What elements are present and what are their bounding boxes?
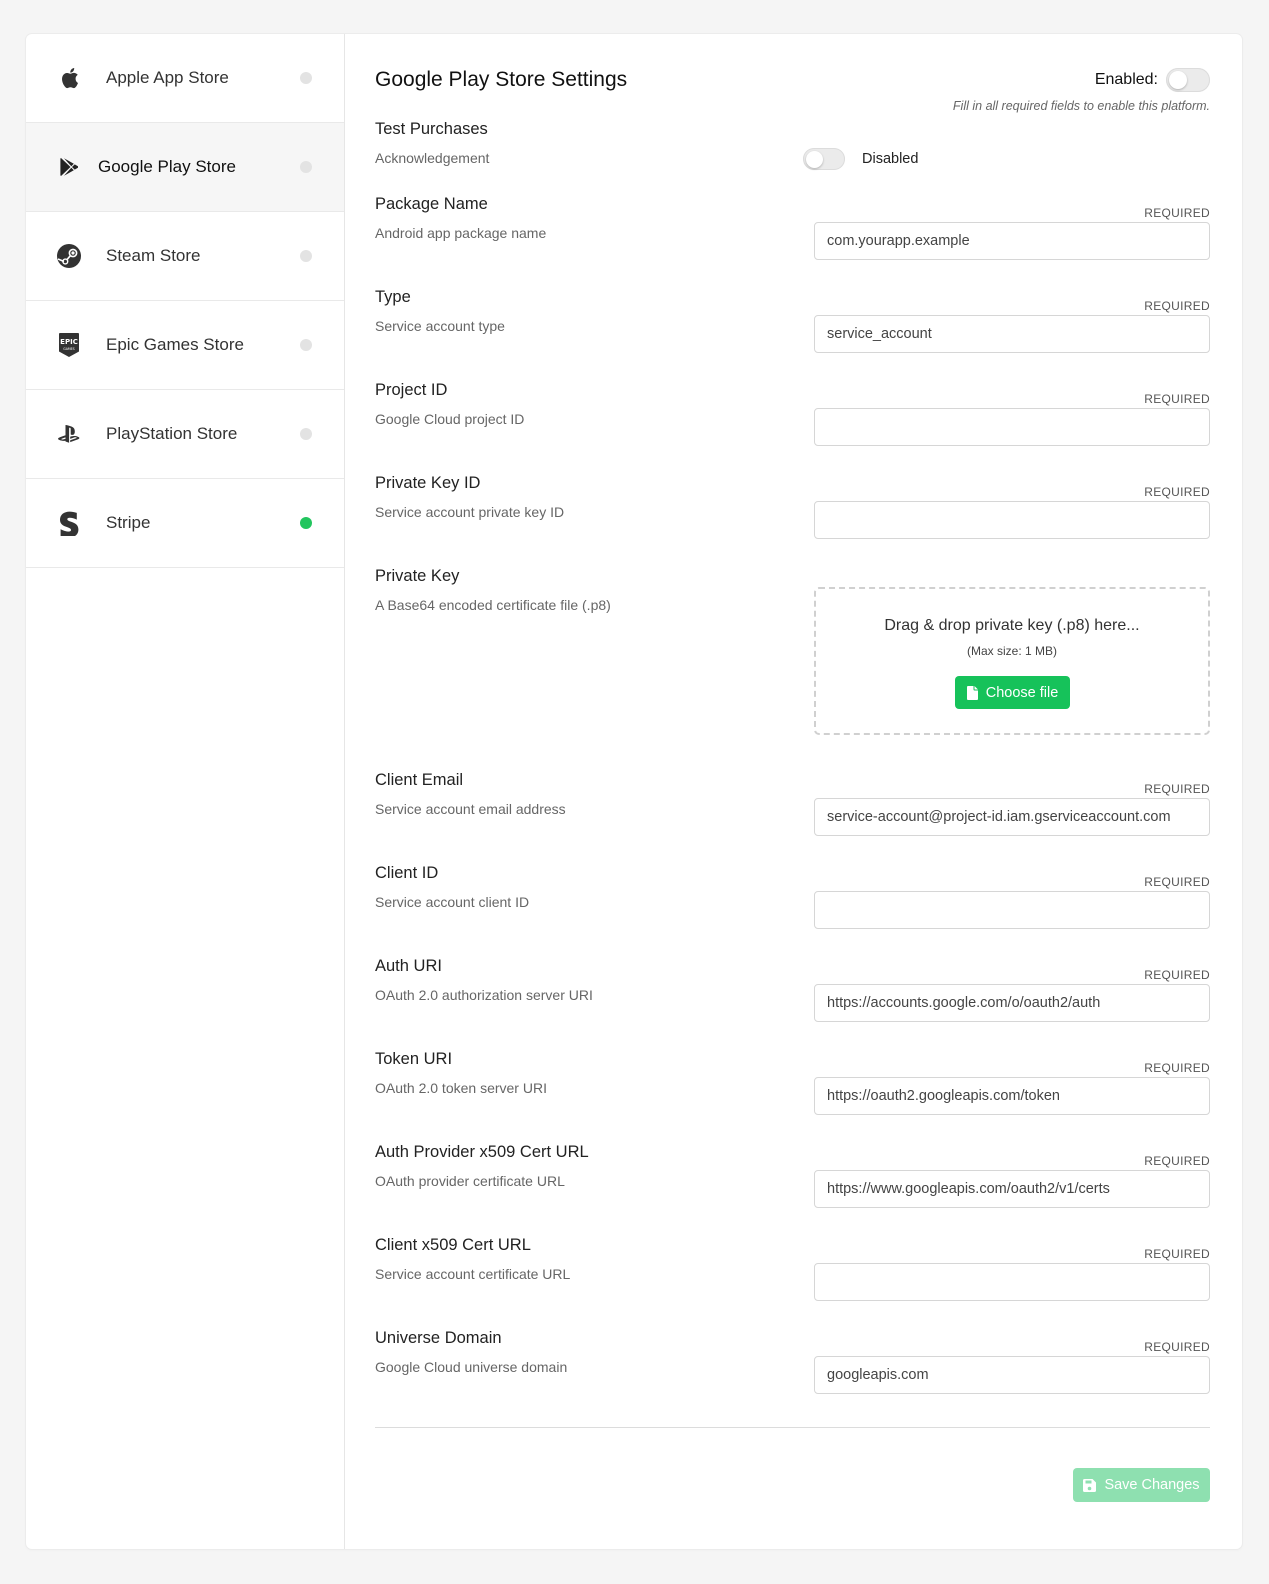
status-dot xyxy=(300,250,312,262)
sidebar-item-google-play-store[interactable]: Google Play Store xyxy=(26,123,344,212)
test-purchases-status: Disabled xyxy=(862,151,919,167)
playstation-icon xyxy=(56,421,82,447)
required-label: REQUIRED xyxy=(1144,1340,1210,1354)
save-icon xyxy=(1083,1478,1104,1492)
sidebar-item-apple-app-store[interactable]: Apple App Store xyxy=(26,34,344,123)
sidebar-item-epic-games-store[interactable]: EPIC GAMES Epic Games Store xyxy=(26,301,344,390)
field-title: Private Key xyxy=(375,567,460,585)
auth-provider-cert-url-input[interactable]: https://www.googleapis.com/oauth2/v1/cer… xyxy=(814,1170,1210,1208)
client-id-input[interactable] xyxy=(814,891,1210,929)
status-dot xyxy=(300,517,312,529)
field-description: OAuth 2.0 authorization server URI xyxy=(375,987,593,1003)
enabled-hint: Fill in all required fields to enable th… xyxy=(952,99,1210,113)
sidebar-item-label: PlayStation Store xyxy=(106,424,238,443)
apple-icon xyxy=(56,65,82,91)
divider xyxy=(375,1427,1210,1428)
field-title: Private Key ID xyxy=(375,474,481,492)
sidebar-item-label: Google Play Store xyxy=(98,157,236,176)
client-cert-url-input[interactable] xyxy=(814,1263,1210,1301)
sidebar-item-label: Epic Games Store xyxy=(106,335,244,354)
project-id-input[interactable] xyxy=(814,408,1210,446)
universe-domain-input[interactable]: googleapis.com xyxy=(814,1356,1210,1394)
type-input[interactable]: service_account xyxy=(814,315,1210,353)
field-description: Google Cloud project ID xyxy=(375,411,525,427)
status-dot xyxy=(300,339,312,351)
status-dot xyxy=(300,72,312,84)
package-name-input[interactable]: com.yourapp.example xyxy=(814,222,1210,260)
choose-file-label: Choose file xyxy=(985,684,1059,701)
required-label: REQUIRED xyxy=(1144,1154,1210,1168)
enabled-label: Enabled: xyxy=(1094,71,1158,88)
sidebar-item-label: Steam Store xyxy=(106,246,201,265)
settings-panel: Google Play Store Settings Enabled: Fill… xyxy=(345,34,1242,1549)
dropzone-text: Drag & drop private key (.p8) here... xyxy=(884,617,1140,634)
google-play-icon xyxy=(56,154,82,180)
field-description: Service account email address xyxy=(375,801,566,817)
field-description: OAuth provider certificate URL xyxy=(375,1173,565,1189)
field-title: Test Purchases xyxy=(375,120,488,138)
auth-uri-input[interactable]: https://accounts.google.com/o/oauth2/aut… xyxy=(814,984,1210,1022)
client-email-input[interactable]: service-account@project-id.iam.gservicea… xyxy=(814,798,1210,836)
required-label: REQUIRED xyxy=(1144,206,1210,220)
field-description: Service account type xyxy=(375,318,505,334)
settings-card: Apple App Store Google Play Store Steam … xyxy=(26,34,1242,1549)
steam-icon xyxy=(56,243,82,269)
dropzone-max-size: (Max size: 1 MB) xyxy=(966,644,1057,658)
field-title: Type xyxy=(375,288,411,306)
status-dot xyxy=(300,428,312,440)
stripe-icon xyxy=(56,510,82,536)
svg-text:GAMES: GAMES xyxy=(63,347,74,351)
field-title: Universe Domain xyxy=(375,1329,502,1347)
required-label: REQUIRED xyxy=(1144,1247,1210,1261)
token-uri-input[interactable]: https://oauth2.googleapis.com/token xyxy=(814,1077,1210,1115)
field-description: Android app package name xyxy=(375,225,547,241)
test-purchases-control: Disabled xyxy=(803,148,918,170)
field-title: Client x509 Cert URL xyxy=(375,1236,531,1254)
sidebar-item-label: Apple App Store xyxy=(106,68,229,87)
field-title: Token URI xyxy=(375,1050,453,1068)
epic-games-icon: EPIC GAMES xyxy=(56,332,82,358)
field-description: Service account client ID xyxy=(375,894,530,910)
field-title: Project ID xyxy=(375,381,448,399)
field-title: Client ID xyxy=(375,864,439,882)
svg-text:EPIC: EPIC xyxy=(60,338,78,346)
field-description: A Base64 encoded certificate file (.p8) xyxy=(375,597,611,613)
field-title: Auth Provider x509 Cert URL xyxy=(375,1143,589,1161)
field-title: Auth URI xyxy=(375,957,442,975)
page-title: Google Play Store Settings xyxy=(375,68,628,91)
field-title: Client Email xyxy=(375,771,464,789)
private-key-dropzone[interactable]: Drag & drop private key (.p8) here... (M… xyxy=(814,587,1210,735)
required-label: REQUIRED xyxy=(1144,392,1210,406)
field-description: OAuth 2.0 token server URI xyxy=(375,1080,547,1096)
sidebar-item-stripe[interactable]: Stripe xyxy=(26,479,344,568)
field-description: Service account private key ID xyxy=(375,504,565,520)
sidebar-item-playstation-store[interactable]: PlayStation Store xyxy=(26,390,344,479)
private-key-id-input[interactable] xyxy=(814,501,1210,539)
choose-file-button[interactable]: Choose file xyxy=(955,676,1070,709)
platform-sidebar: Apple App Store Google Play Store Steam … xyxy=(26,34,345,1549)
save-changes-button[interactable]: Save Changes xyxy=(1073,1468,1210,1502)
test-purchases-row: Test Purchases Acknowledgement Disabled xyxy=(375,120,1210,180)
required-label: REQUIRED xyxy=(1144,968,1210,982)
sidebar-item-label: Stripe xyxy=(106,513,151,532)
field-description: Acknowledgement xyxy=(375,150,490,166)
field-title: Package Name xyxy=(375,195,488,213)
test-purchases-toggle[interactable] xyxy=(803,148,845,170)
field-description: Service account certificate URL xyxy=(375,1266,571,1282)
required-label: REQUIRED xyxy=(1144,1061,1210,1075)
status-dot xyxy=(300,161,312,173)
save-changes-label: Save Changes xyxy=(1104,1477,1200,1493)
required-label: REQUIRED xyxy=(1144,782,1210,796)
required-label: REQUIRED xyxy=(1144,875,1210,889)
field-description: Google Cloud universe domain xyxy=(375,1359,568,1375)
required-label: REQUIRED xyxy=(1144,485,1210,499)
sidebar-item-steam-store[interactable]: Steam Store xyxy=(26,212,344,301)
file-icon xyxy=(966,685,986,700)
enabled-control: Enabled: xyxy=(1095,68,1210,92)
required-label: REQUIRED xyxy=(1144,299,1210,313)
enabled-toggle[interactable] xyxy=(1166,68,1210,92)
